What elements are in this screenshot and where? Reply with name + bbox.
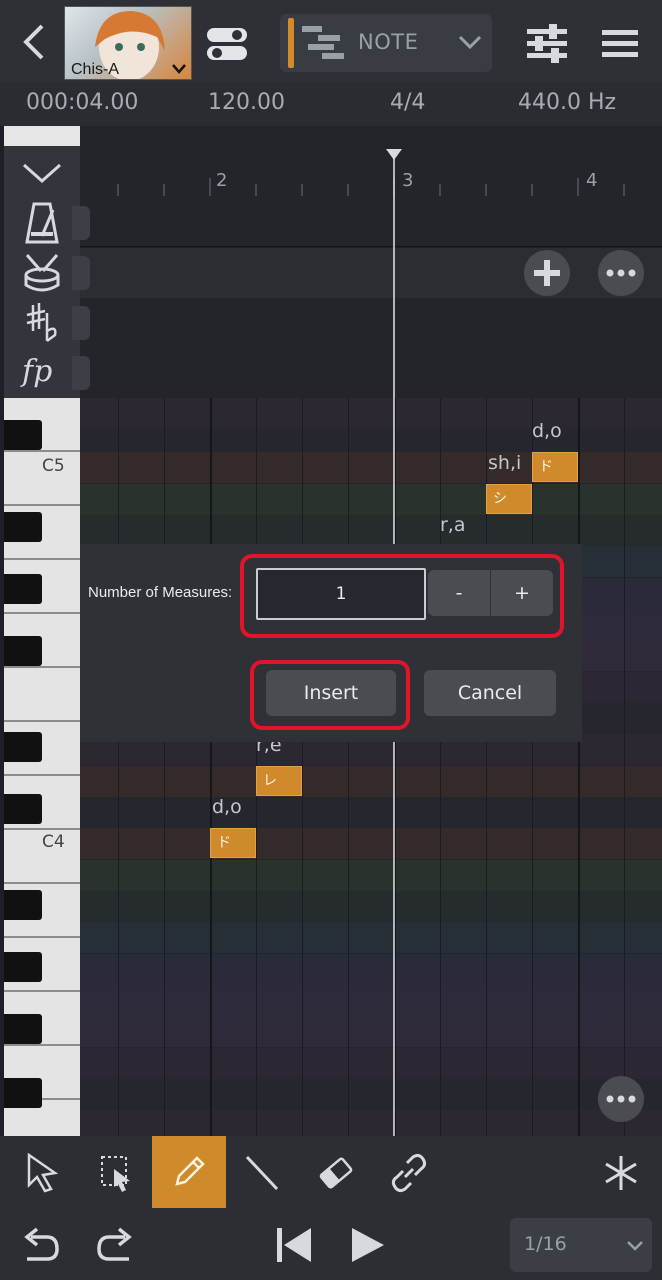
- ruler-ticks: [80, 178, 662, 196]
- note[interactable]: レ: [256, 766, 302, 796]
- note-lyric: r,a: [440, 514, 466, 536]
- back-icon[interactable]: [14, 18, 54, 66]
- more-icon[interactable]: [598, 1076, 644, 1122]
- quantize-select[interactable]: 1/16: [510, 1218, 652, 1272]
- row-tab: [72, 306, 90, 340]
- piano-roll-icon: [302, 24, 346, 66]
- line-tool-icon[interactable]: [240, 1146, 284, 1200]
- svg-text:fp: fp: [20, 354, 52, 389]
- track-row-tempo[interactable]: [80, 196, 662, 247]
- piano-keyboard[interactable]: C5 C4: [4, 398, 80, 1136]
- row-tab: [72, 356, 90, 390]
- select-arrow-icon[interactable]: [20, 1146, 64, 1200]
- toggle-icon[interactable]: [204, 24, 250, 64]
- piano-roll-grid[interactable]: [80, 398, 662, 1136]
- note-lyric: d,o: [212, 796, 242, 818]
- snowflake-icon[interactable]: [598, 1148, 644, 1198]
- time-readout[interactable]: 000:04.00: [26, 90, 138, 115]
- note[interactable]: シ: [486, 484, 532, 514]
- voice-avatar[interactable]: Chis-A: [64, 6, 192, 80]
- highlight-box: [240, 554, 564, 638]
- track-row-dynamics[interactable]: [80, 348, 662, 399]
- highlight-box: [250, 660, 410, 730]
- track-row-drum[interactable]: [80, 248, 662, 299]
- link-icon[interactable]: [386, 1146, 432, 1200]
- measure-number: 3: [402, 170, 414, 191]
- mode-label: NOTE: [358, 30, 419, 54]
- note[interactable]: ド: [532, 452, 578, 482]
- tempo-readout[interactable]: 120.00: [208, 90, 285, 115]
- measure-number: 4: [586, 170, 598, 191]
- mixer-icon[interactable]: [522, 20, 572, 66]
- row-tab: [72, 206, 90, 240]
- collapse-chevron-icon[interactable]: [18, 156, 66, 190]
- note[interactable]: ド: [210, 828, 256, 858]
- undo-icon[interactable]: [18, 1220, 64, 1270]
- more-icon[interactable]: [598, 250, 644, 296]
- range-select-icon[interactable]: [94, 1146, 138, 1200]
- track-row-key[interactable]: [80, 298, 662, 349]
- chevron-down-icon: [627, 1241, 643, 1251]
- key-label-c4: C4: [42, 832, 65, 852]
- pencil-icon[interactable]: [152, 1136, 226, 1208]
- drum-icon[interactable]: [18, 250, 66, 296]
- play-icon[interactable]: [346, 1222, 390, 1268]
- chevron-down-icon: [458, 34, 482, 54]
- add-icon[interactable]: [524, 250, 570, 296]
- key-label-c5: C5: [42, 456, 65, 476]
- measures-label: Number of Measures:: [88, 584, 233, 601]
- measure-number: 2: [216, 170, 228, 191]
- menu-icon[interactable]: [596, 22, 644, 66]
- redo-icon[interactable]: [92, 1220, 138, 1270]
- dynamics-icon[interactable]: fp: [14, 352, 70, 392]
- key-signature-icon[interactable]: [18, 300, 66, 346]
- pitch-readout[interactable]: 440.0 Hz: [518, 90, 616, 115]
- quantize-value: 1/16: [524, 1233, 567, 1255]
- rewind-icon[interactable]: [272, 1222, 316, 1268]
- metronome-icon[interactable]: [18, 200, 66, 246]
- eraser-icon[interactable]: [314, 1146, 358, 1200]
- voice-name: Chis-A: [71, 61, 120, 78]
- row-tab: [72, 256, 90, 290]
- mode-stripe: [288, 18, 294, 68]
- note-lyric: d,o: [532, 420, 562, 442]
- note-lyric: sh,i: [488, 452, 522, 474]
- time-signature[interactable]: 4/4: [390, 90, 425, 115]
- cancel-button[interactable]: Cancel: [424, 670, 556, 716]
- panel-divider: [4, 126, 80, 146]
